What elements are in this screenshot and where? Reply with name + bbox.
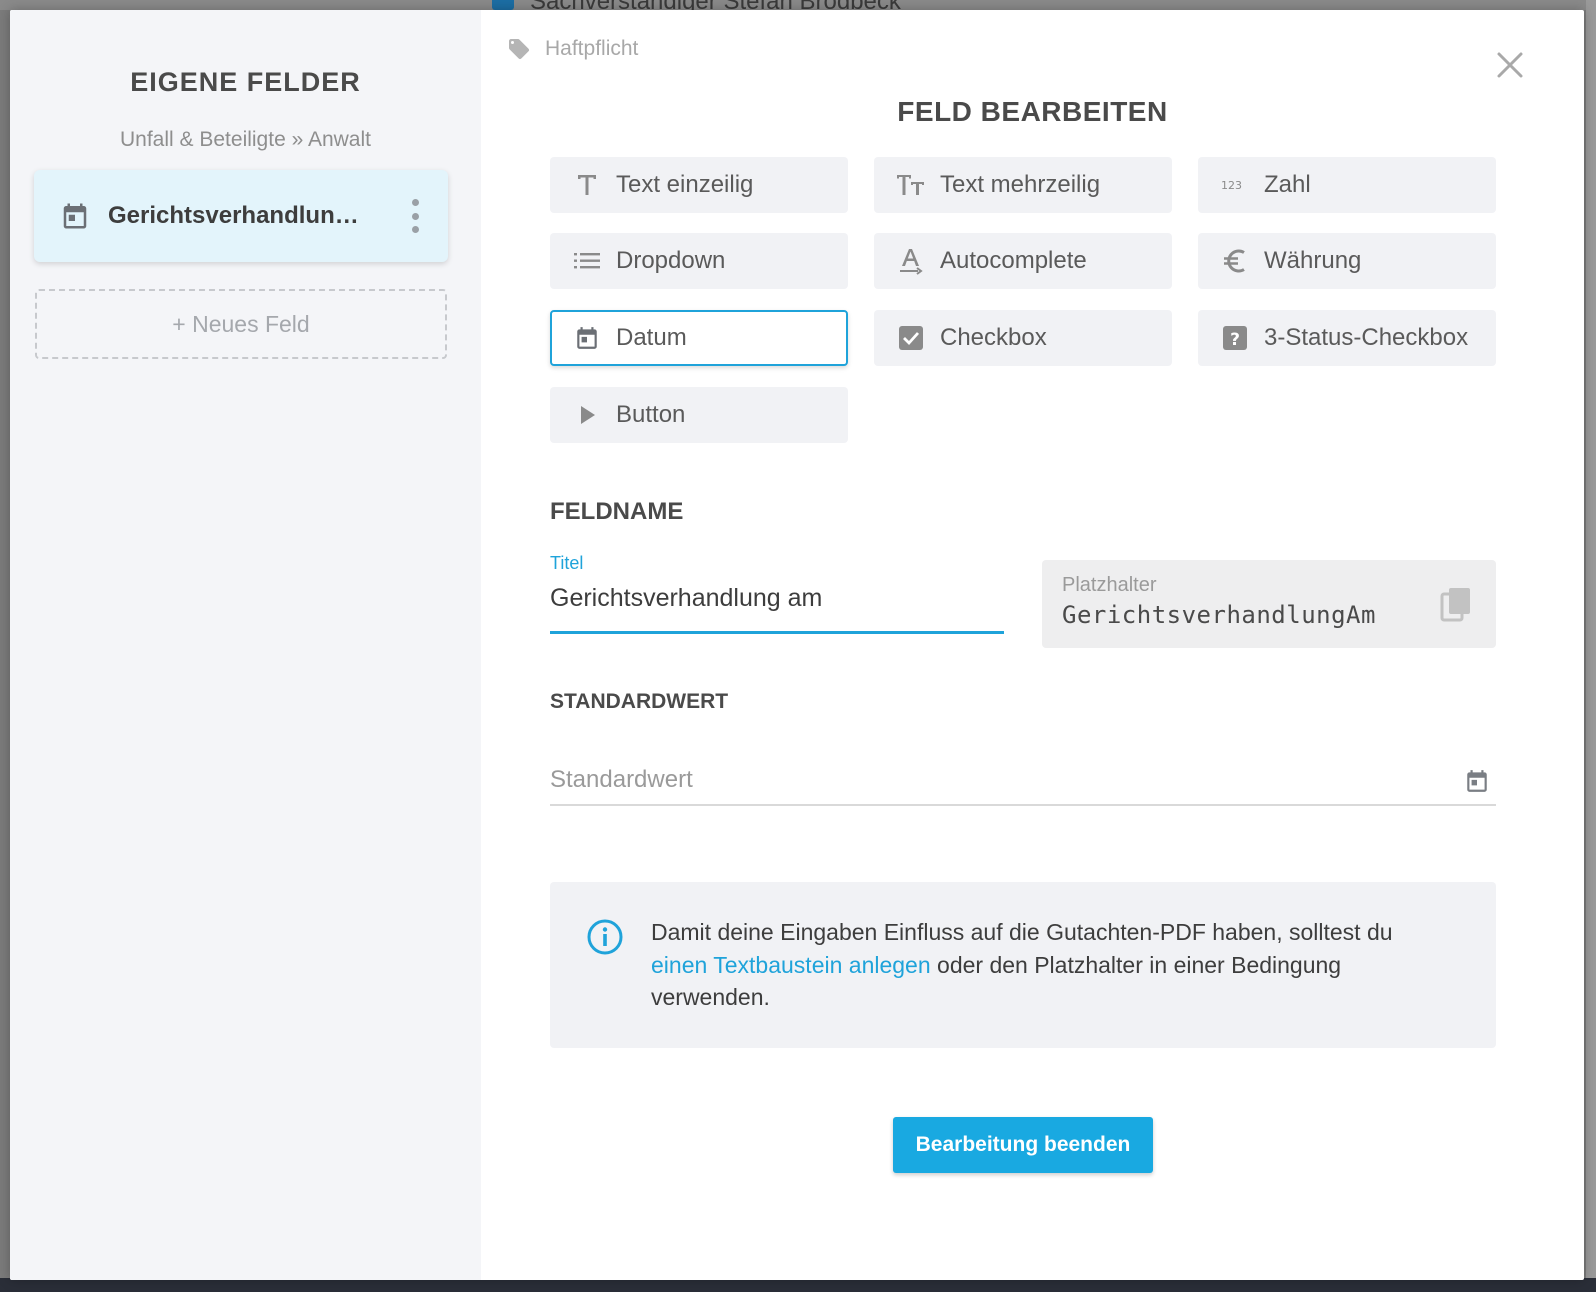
type-label: Autocomplete [940,247,1087,274]
default-value-heading: STANDARDWERT [550,690,729,713]
finish-editing-button[interactable]: Bearbeitung beenden [893,1117,1153,1173]
sidebar-title: EIGENE FELDER [130,67,361,97]
info-text-before: Damit deine Eingaben Einfluss auf die Gu… [651,919,1393,945]
type-button-button[interactable]: Button [550,387,848,443]
type-label: Währung [1264,247,1362,274]
autocomplete-icon [896,246,926,276]
number-icon: 123 [1220,170,1250,200]
title-input[interactable]: Gerichtsverhandlung am [550,584,1004,634]
type-label: Button [616,401,686,428]
page-title: FELD BEARBEITEN [897,96,1168,127]
type-date-button[interactable]: Datum [550,310,848,366]
type-dropdown-button[interactable]: Dropdown [550,233,848,289]
custom-fields-sidebar: EIGENE FELDER Unfall & Beteiligte » Anwa… [10,10,481,1280]
info-icon [587,919,623,955]
title-field-label: Titel [550,553,584,573]
copy-icon[interactable] [1440,586,1472,622]
type-label: Checkbox [940,324,1047,351]
close-icon[interactable] [1495,50,1525,80]
calendar-icon[interactable] [1464,768,1490,794]
tag-label: Haftpflicht [545,37,639,60]
placeholder-label: Platzhalter [1062,574,1157,596]
type-tristate-checkbox-button[interactable]: ? 3-Status-Checkbox [1198,310,1496,366]
svg-text:123: 123 [1221,179,1242,192]
create-text-module-link[interactable]: einen Textbaustein anlegen [651,952,931,978]
type-label: Dropdown [616,247,726,274]
checkbox-icon [896,323,926,353]
svg-text:?: ? [1230,330,1240,350]
type-label: Text mehrzeilig [940,171,1101,198]
field-card-selected[interactable]: Gerichtsverhandlun… [34,170,448,262]
euro-icon [1220,246,1250,276]
type-label: 3-Status-Checkbox [1264,324,1469,351]
type-text-single-button[interactable]: Text einzeilig [550,157,848,213]
calendar-icon [572,323,602,353]
info-box: Damit deine Eingaben Einfluss auf die Gu… [550,882,1496,1048]
question-checkbox-icon: ? [1220,323,1250,353]
type-checkbox-button[interactable]: Checkbox [874,310,1172,366]
type-number-button[interactable]: 123 Zahl [1198,157,1496,213]
type-currency-button[interactable]: Währung [1198,233,1496,289]
breadcrumb: Unfall & Beteiligte » Anwalt [120,128,371,151]
title-field[interactable]: Titel Gerichtsverhandlung am [550,553,1004,634]
fieldname-heading: FELDNAME [550,498,684,525]
type-text-multi-button[interactable]: Text mehrzeilig [874,157,1172,213]
more-options-icon[interactable] [408,199,422,233]
default-value-input[interactable]: Standardwert [550,766,1496,806]
tag-icon [509,39,530,60]
background-checkbox [492,0,514,10]
list-icon [572,246,602,276]
text-multiline-icon [896,170,926,200]
background-right-edge [1586,0,1596,1292]
placeholder-box: Platzhalter GerichtsverhandlungAm [1042,560,1496,648]
type-label: Zahl [1264,171,1311,198]
new-field-button[interactable]: + Neues Feld [35,289,447,359]
info-text: Damit deine Eingaben Einfluss auf die Gu… [651,916,1451,1014]
background-bottom-bar [0,1278,1596,1292]
text-icon [572,170,602,200]
edit-field-modal: EIGENE FELDER Unfall & Beteiligte » Anwa… [10,10,1584,1280]
field-card-label: Gerichtsverhandlun… [108,202,359,229]
placeholder-value: GerichtsverhandlungAm [1062,601,1376,629]
calendar-icon [63,203,87,229]
type-autocomplete-button[interactable]: Autocomplete [874,233,1172,289]
play-icon [572,400,602,430]
edit-field-panel: Haftpflicht FELD BEARBEITEN Text einzeil… [481,10,1584,1280]
type-label: Datum [616,324,687,351]
type-label: Text einzeilig [616,171,754,198]
default-value-placeholder: Standardwert [550,766,693,793]
tag-row: Haftpflicht [507,37,638,61]
